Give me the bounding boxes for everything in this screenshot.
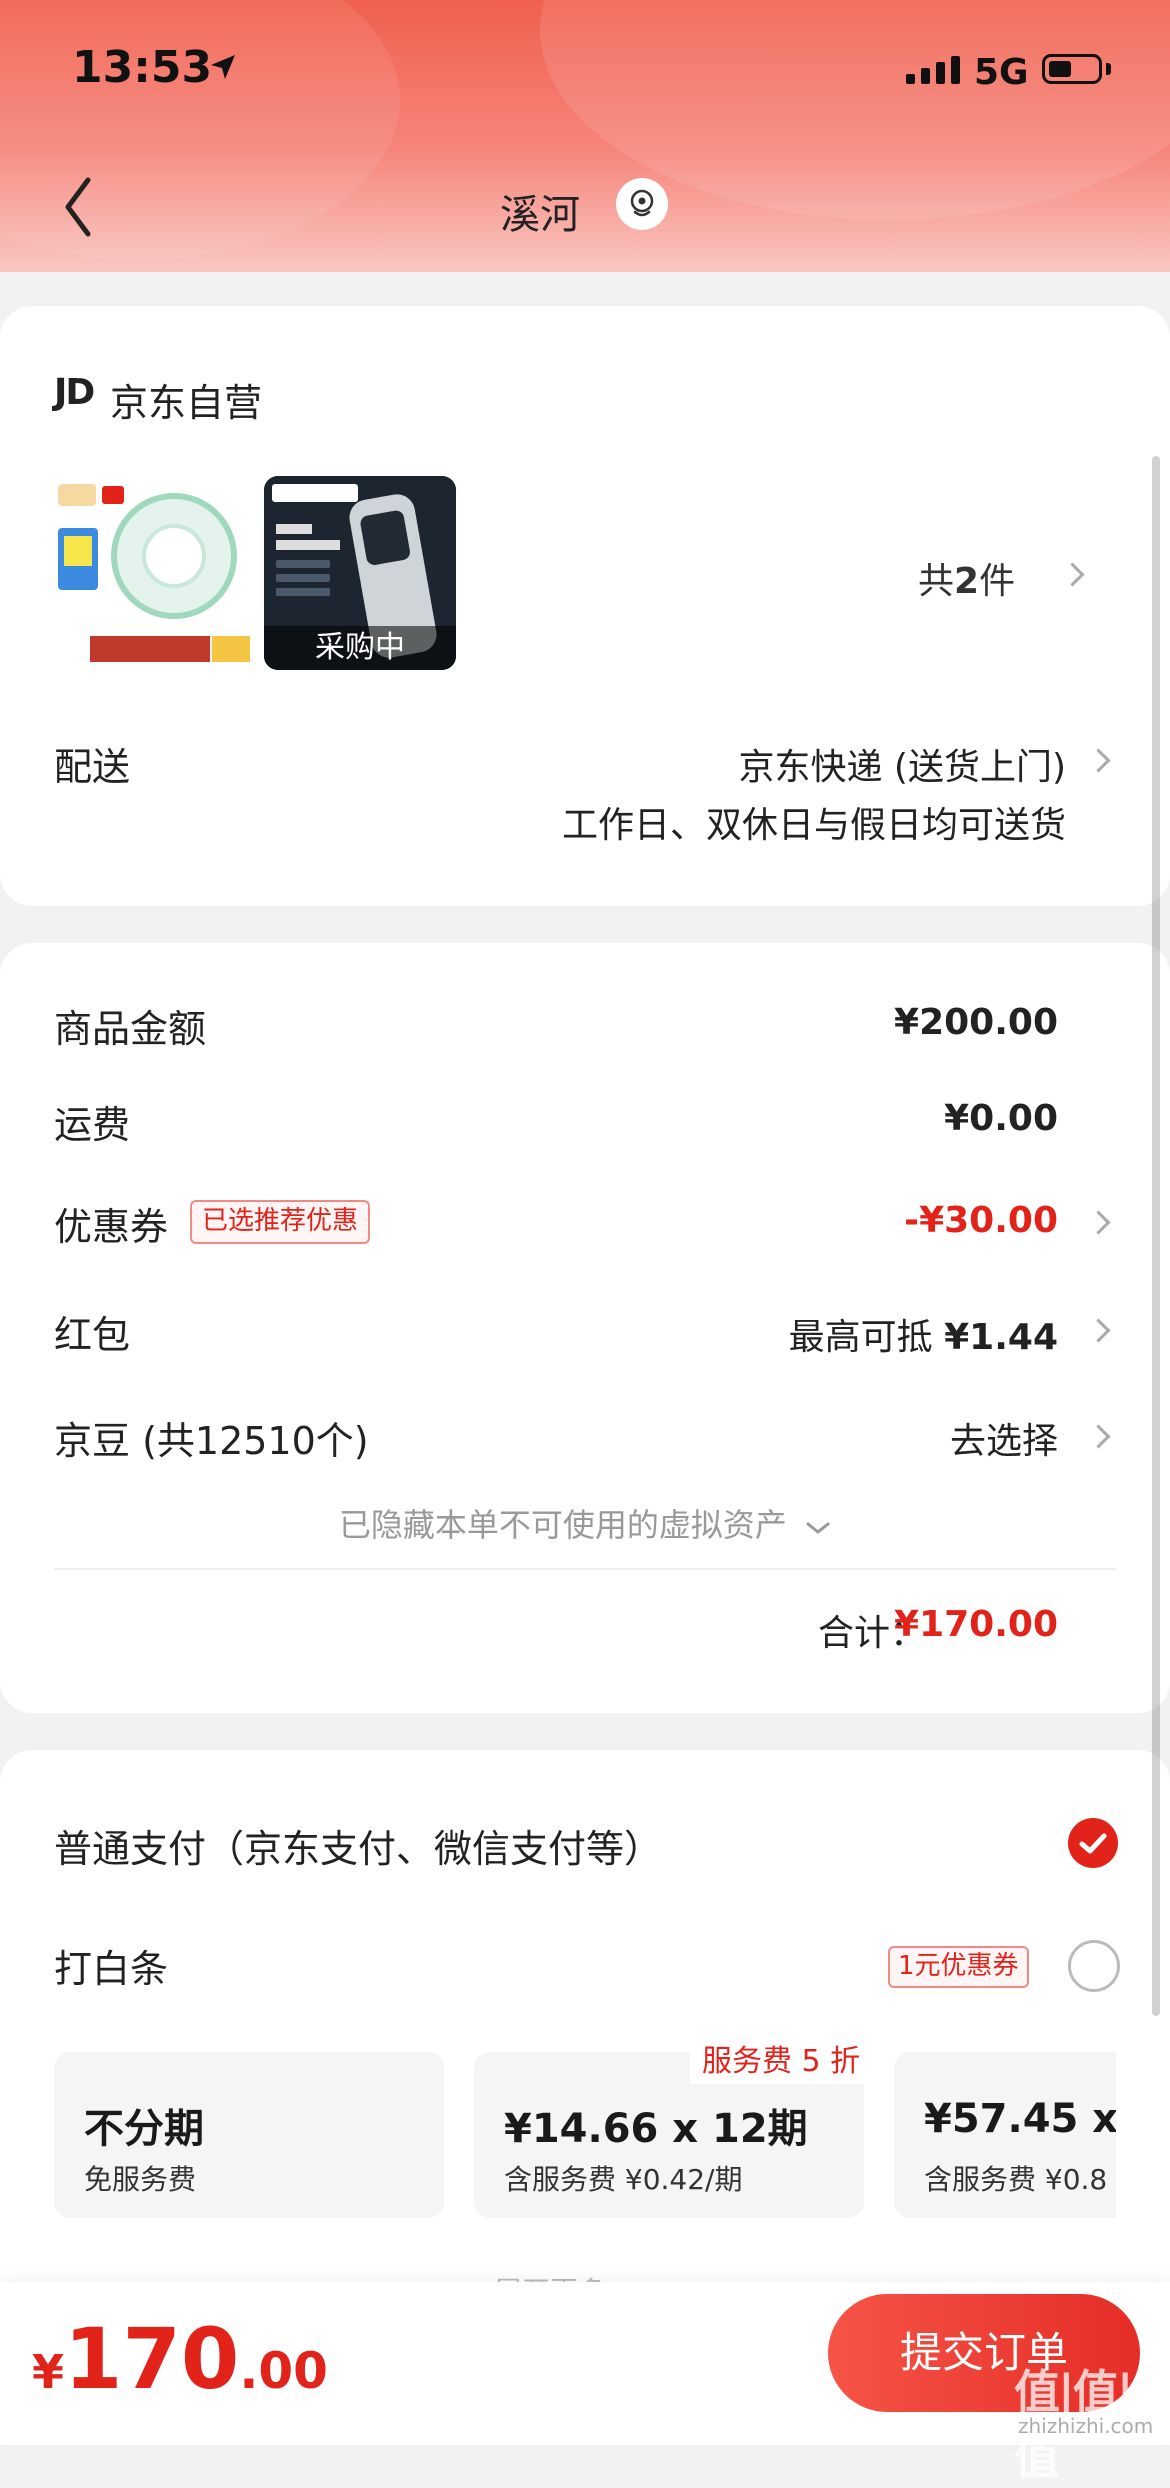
item-count[interactable]: 共2件 [918, 552, 1015, 604]
plan-sub: 免服务费 [84, 2163, 197, 2196]
purchasing-badge: 采购中 [264, 626, 456, 670]
delivery-label: 配送 [54, 745, 131, 789]
battery-icon [1042, 54, 1102, 84]
cellular-signal-icon [906, 56, 960, 84]
jd-logo: JD [54, 372, 95, 413]
hidden-assets-toggle[interactable]: 已隐藏本单不可使用的虚拟资产 [0, 1500, 1170, 1546]
plan-title: 不分期 [84, 2106, 204, 2152]
item-count-prefix: 共 [918, 561, 955, 602]
redpacket-prefix: 最高可抵 [788, 1317, 933, 1358]
installment-plans: 不分期 免服务费 ¥14.66 x 12期 含服务费 ¥0.42/期 ¥57.4… [54, 2052, 1116, 2222]
item-count-suffix: 件 [979, 561, 1016, 602]
coupon-recommended-tag: 已选推荐优惠 [190, 1200, 371, 1244]
watermark-url: zhizhizhi.com [1018, 2414, 1154, 2438]
plan-sub: 含服务费 ¥0.42/期 [504, 2163, 743, 2196]
page-title[interactable]: 溪河 [500, 182, 580, 240]
plan-no-installment[interactable]: 不分期 免服务费 [54, 2052, 444, 2218]
coupon-label: 优惠券 [54, 1205, 169, 1249]
goods-amount-label: 商品金额 [54, 1007, 207, 1051]
bottom-total-price: ¥170.00 [32, 2310, 328, 2408]
tape-product-image[interactable] [54, 476, 260, 670]
network-type: 5G [974, 52, 1029, 93]
status-time: 13:53 [72, 42, 213, 93]
jingdou-label: 京豆 (共12510个) [54, 1419, 369, 1463]
plan-title: ¥14.66 x 12期 [504, 2106, 808, 2152]
normal-payment-radio[interactable] [1068, 1818, 1118, 1868]
baitiao-payment-option[interactable]: 打白条 [54, 1938, 168, 1993]
divider [54, 1568, 1116, 1570]
plan-title: ¥57.45 x 3 [924, 2096, 1116, 2142]
scrollbar[interactable] [1152, 456, 1160, 2016]
header-background [0, 0, 1170, 272]
shipping-value: ¥0.00 [944, 1098, 1058, 1139]
battery-tip [1106, 63, 1111, 75]
plan-3-installments[interactable]: ¥57.45 x 3 含服务费 ¥0.8 [894, 2052, 1116, 2218]
location-pin-icon [630, 189, 654, 217]
shipping-label: 运费 [54, 1103, 131, 1147]
coupon-value[interactable]: -¥30.00 [904, 1200, 1058, 1241]
total-value: ¥170.00 [894, 1604, 1058, 1645]
checkmark-icon [1079, 1833, 1107, 1854]
store-name: 京东自营 [110, 381, 263, 425]
service-fee-discount-badge: 服务费 5 折 [690, 2040, 873, 2084]
baitiao-payment-radio[interactable] [1068, 1940, 1120, 1992]
delivery-schedule: 工作日、双休日与假日均可送货 [561, 805, 1066, 846]
hidden-assets-text: 已隐藏本单不可使用的虚拟资产 [338, 1506, 787, 1544]
power-bank-product-image[interactable]: 采购中 [264, 476, 456, 670]
redpacket-label: 红包 [54, 1313, 131, 1357]
total-integer: 170 [64, 2310, 240, 2408]
redpacket-amount: ¥1.44 [944, 1317, 1058, 1358]
currency-symbol: ¥ [32, 2345, 65, 2399]
back-icon[interactable] [58, 172, 98, 242]
total-decimal: .00 [239, 2342, 328, 2400]
baitiao-coupon-tag: 1元优惠券 [888, 1946, 1029, 1988]
item-count-number: 2 [954, 561, 980, 602]
chevron-down-icon [806, 1522, 830, 1534]
location-button[interactable] [616, 178, 668, 230]
jingdou-select[interactable]: 去选择 [950, 1412, 1058, 1464]
redpacket-value[interactable]: 最高可抵 ¥1.44 [789, 1308, 1058, 1360]
goods-amount-value: ¥200.00 [894, 1002, 1058, 1043]
normal-payment-option[interactable]: 普通支付（京东支付、微信支付等） [54, 1818, 662, 1873]
delivery-method[interactable]: 京东快递 (送货上门) [738, 738, 1066, 790]
location-arrow-icon [211, 55, 235, 79]
plan-sub: 含服务费 ¥0.8 [924, 2163, 1108, 2196]
